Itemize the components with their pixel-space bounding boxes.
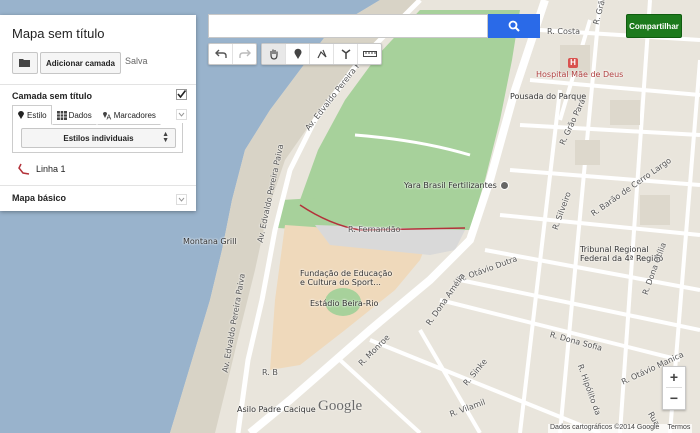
svg-text:A: A	[106, 115, 111, 121]
map-data-attribution[interactable]: Dados cartográficos ©2014 Google	[550, 424, 659, 433]
hospital-icon: H	[568, 58, 578, 68]
ruler-icon	[362, 51, 377, 57]
montana-label[interactable]: Montana Grill	[183, 237, 237, 246]
paint-icon	[18, 111, 24, 119]
style-panel: Estilos individuais ▲ ▼	[12, 123, 183, 153]
road-label: R. Fernandão	[348, 225, 401, 234]
up-down-arrows-icon: ▲ ▼	[162, 131, 169, 144]
redo-icon	[238, 49, 251, 58]
tab-label: Estilo	[27, 110, 47, 120]
feature-list-item[interactable]: Linha 1	[18, 163, 66, 175]
base-map-section[interactable]: Mapa básico	[12, 193, 66, 203]
draw-line-icon	[316, 49, 327, 59]
layer-visibility-checkbox[interactable]	[176, 89, 187, 100]
divider	[0, 84, 196, 85]
line-feature-icon	[18, 163, 30, 175]
layers-panel: Mapa sem título Adicionar camada Salva C…	[0, 15, 196, 211]
road-label: R. Costa	[547, 27, 581, 36]
pousada-label[interactable]: Pousada do Parque	[510, 92, 586, 101]
map-toolbar	[208, 43, 382, 65]
directions-button[interactable]	[334, 44, 358, 64]
feature-name: Linha 1	[36, 164, 66, 174]
map-title[interactable]: Mapa sem título	[12, 26, 105, 41]
marker-icon	[294, 48, 301, 59]
yara-label[interactable]: Yara Brasil Fertilizantes	[404, 181, 509, 190]
poi-icon	[499, 181, 509, 190]
open-folder-button[interactable]	[12, 52, 38, 74]
road-label: R. B	[262, 368, 278, 377]
add-marker-button[interactable]	[286, 44, 310, 64]
asilo-label[interactable]: Asilo Padre Cacique	[237, 405, 316, 414]
pan-button[interactable]	[262, 44, 286, 64]
undo-button[interactable]	[209, 44, 233, 64]
table-icon	[56, 110, 67, 120]
add-layer-button[interactable]: Adicionar camada	[40, 52, 121, 74]
label-icon: A	[102, 112, 111, 121]
folder-icon	[19, 59, 30, 67]
zoom-in-button[interactable]: +	[663, 367, 685, 387]
estadio-label[interactable]: Estádio Beira-Rio	[310, 299, 378, 308]
search-input[interactable]	[208, 14, 488, 38]
terms-link[interactable]: Termos	[667, 424, 690, 433]
divider	[0, 185, 196, 186]
save-status: Salva	[125, 56, 148, 66]
measure-button[interactable]	[358, 44, 381, 64]
tab-label: Marcadores	[113, 110, 156, 120]
tabs-more-button[interactable]	[176, 109, 187, 120]
base-map-expand-button[interactable]	[176, 194, 187, 205]
fundacao-label-1[interactable]: Fundação de Educação	[300, 269, 392, 278]
tribunal-label-1[interactable]: Tribunal Regional	[580, 245, 649, 254]
layer-tabs: Estilo Dados A Marcadores	[12, 105, 161, 125]
hospital-label[interactable]: Hospital Mãe de Deus	[536, 70, 623, 79]
tab-data[interactable]: Dados	[51, 105, 97, 125]
undo-icon	[214, 49, 227, 58]
chevron-down-icon	[178, 197, 185, 202]
layer-name[interactable]: Camada sem título	[12, 91, 92, 101]
map-footer: Dados cartográficos ©2014 Google Termos	[548, 424, 693, 433]
directions-icon	[341, 49, 350, 59]
search-icon	[508, 20, 520, 32]
redo-button[interactable]	[233, 44, 256, 64]
tab-label: Dados	[68, 110, 92, 120]
chevron-down-icon	[178, 112, 185, 117]
style-dropdown[interactable]: Estilos individuais ▲ ▼	[21, 128, 176, 148]
tribunal-label-2[interactable]: Federal da 4ª Região	[580, 254, 663, 263]
zoom-out-button[interactable]: −	[663, 388, 685, 408]
style-dropdown-label: Estilos individuais	[63, 133, 134, 143]
tab-labels[interactable]: A Marcadores	[96, 105, 161, 125]
tab-style[interactable]: Estilo	[12, 105, 52, 125]
fundacao-label-2[interactable]: e Cultura do Sport...	[300, 278, 381, 287]
draw-line-button[interactable]	[310, 44, 334, 64]
hand-icon	[269, 49, 278, 60]
zoom-control: + −	[662, 366, 686, 410]
share-button[interactable]: Compartilhar	[626, 14, 682, 38]
search-button[interactable]	[488, 14, 540, 38]
google-logo: Google	[318, 398, 363, 414]
